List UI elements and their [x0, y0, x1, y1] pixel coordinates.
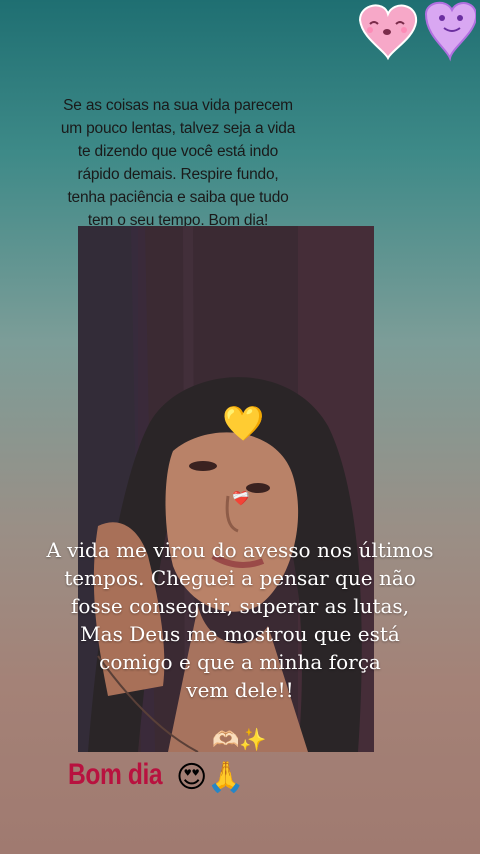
story-caption: A vida me virou do avesso nos últimos te… — [20, 536, 460, 704]
bom-dia-emojis: 😍🙏 — [176, 760, 245, 795]
quote-line: te dizendo que você está indo — [77, 143, 279, 160]
caption-line: Mas Deus me mostrou que está — [80, 622, 400, 646]
small-heart-icon: ❤️‍🩹 — [232, 491, 250, 507]
quote-line: um pouco lentas, talvez seja a vida — [60, 120, 296, 137]
caption-line: fosse conseguir, superar as lutas, — [70, 594, 410, 618]
bom-dia-text: Bom dia — [68, 758, 163, 791]
top-quote: Se as coisas na sua vida parecem um pouc… — [58, 94, 298, 232]
heart-icon: 💛 — [222, 404, 265, 444]
quote-line: rápido demais. Respire fundo, — [77, 166, 279, 183]
caption-line: tempos. Cheguei a pensar que não — [64, 566, 416, 590]
caption-line: A vida me virou do avesso nos últimos — [46, 538, 434, 562]
caption-emojis: 🫶🏻✨ — [212, 728, 267, 753]
quote-line: tenha paciência e saiba que tudo — [67, 189, 289, 206]
hearts-sticker-icon — [358, 1, 476, 62]
caption-line: comigo e que a minha força — [99, 650, 381, 674]
quote-line: Se as coisas na sua vida parecem — [63, 97, 293, 114]
caption-line: vem dele!! — [186, 678, 294, 702]
